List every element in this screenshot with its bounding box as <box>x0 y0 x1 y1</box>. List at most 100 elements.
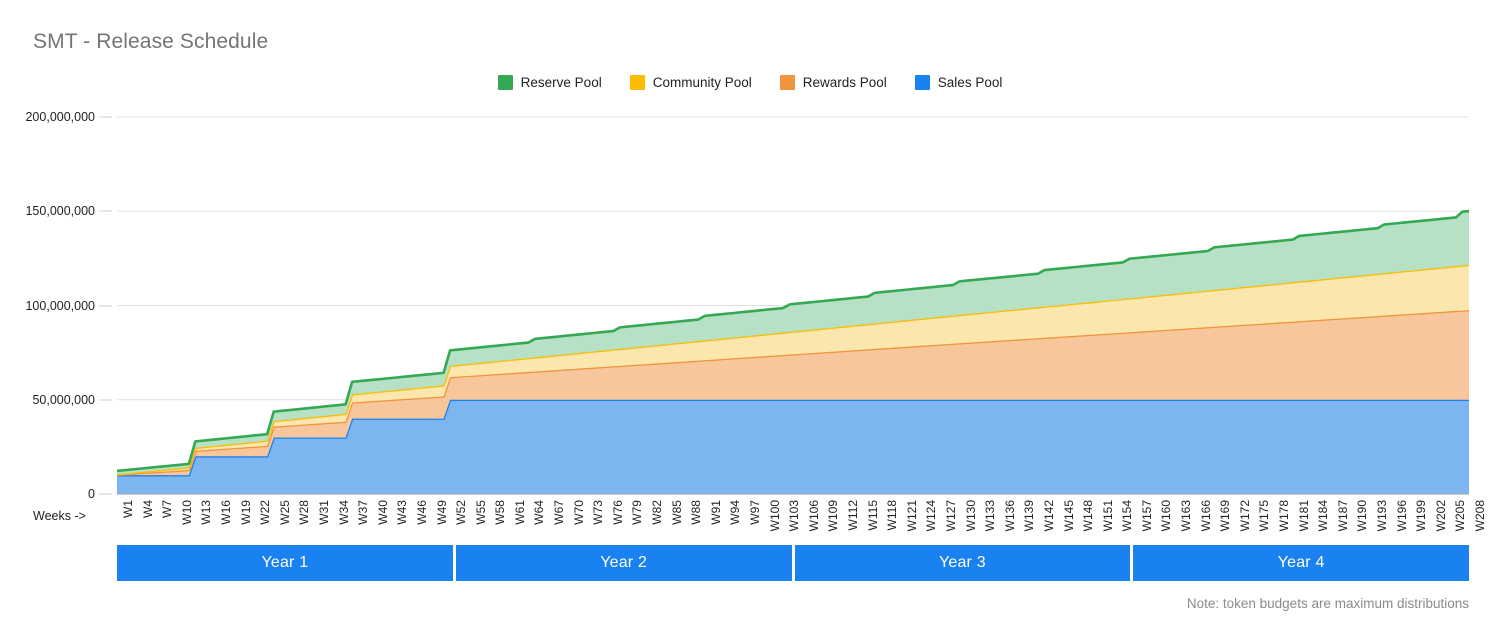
chart-note: Note: token budgets are maximum distribu… <box>1186 596 1469 611</box>
x-axis-tick-label: W121 <box>904 500 919 532</box>
x-axis-tick-label: W13 <box>199 500 214 525</box>
x-axis-tick-label: W34 <box>336 500 351 525</box>
y-axis-tick-label: 100,000,000 <box>25 298 95 313</box>
legend-item-label: Reserve Pool <box>520 75 602 90</box>
x-axis-tick-label: W199 <box>1414 500 1429 532</box>
plot-area <box>117 116 1469 495</box>
legend-item-label: Rewards Pool <box>802 75 887 90</box>
x-axis-tick-label: W166 <box>1198 500 1213 532</box>
stacked-area-chart <box>117 116 1469 495</box>
x-axis-tick-label: W94 <box>728 500 743 525</box>
x-axis-tick-label: W193 <box>1375 500 1390 532</box>
x-axis-tick-label: W85 <box>669 500 684 525</box>
legend-swatch-icon <box>629 75 645 90</box>
x-axis-tick-label: W7 <box>160 500 175 518</box>
x-axis-tick-label: W55 <box>473 500 488 525</box>
x-axis-tick-label: W37 <box>356 500 371 525</box>
x-axis-tick-label: W163 <box>1179 500 1194 532</box>
chart-legend: Reserve Pool Community Pool Rewards Pool Sa… <box>0 75 1500 90</box>
year-bar-2: Year 2 <box>455 545 792 581</box>
x-axis-tick-label: W157 <box>1139 500 1154 532</box>
x-axis-tick-label: W97 <box>748 500 762 525</box>
y-axis-tick-mark <box>99 210 112 212</box>
x-axis-tick-label: W196 <box>1394 500 1409 532</box>
x-axis-tick-label: W109 <box>826 500 841 532</box>
x-axis-tick-label: W25 <box>277 500 292 525</box>
x-axis-tick-label: W127 <box>943 500 958 532</box>
y-axis-tick-label: 200,000,000 <box>25 110 95 124</box>
x-axis-tick-label: W133 <box>983 500 998 532</box>
year-bar-label: Year 2 <box>600 554 648 571</box>
x-axis-tick-label: W136 <box>1002 500 1017 532</box>
year-bar-3: Year 3 <box>794 545 1131 581</box>
x-axis-tick-label: W91 <box>708 500 723 525</box>
year-bar-track: Year 1 Year 2 Year 3 Year 4 <box>117 545 1469 581</box>
x-axis-tick-label: W22 <box>258 500 273 525</box>
x-axis-tick-label: W88 <box>689 500 704 525</box>
year-bar-label: Year 4 <box>1277 554 1325 571</box>
x-axis-tick-label: W202 <box>1433 500 1448 532</box>
x-axis-tick-label: W49 <box>434 500 449 525</box>
x-axis-tick-label: W106 <box>806 500 821 532</box>
y-axis-tick-label: 0 <box>88 487 95 501</box>
x-axis-tick-label: W43 <box>395 500 410 525</box>
x-axis-tick-label: W124 <box>924 500 939 532</box>
chart-container: SMT - Release Schedule Reserve Pool Commu… <box>0 0 1500 623</box>
x-axis-tick-label: W169 <box>1218 500 1233 532</box>
legend-swatch-icon <box>497 75 513 90</box>
x-axis-tick-label: W73 <box>591 500 606 525</box>
legend-item-label: Community Pool <box>652 75 752 90</box>
x-axis-tick-label: W4 <box>140 500 155 518</box>
x-axis-tick-label: W145 <box>1061 500 1076 532</box>
x-axis-tick-label: W205 <box>1453 500 1468 532</box>
x-axis-tick-label: W76 <box>610 500 625 525</box>
legend-item-rewards-pool[interactable]: Rewards Pool <box>779 75 887 90</box>
x-axis-tick-label: W40 <box>375 500 390 525</box>
x-axis-tick-label: W46 <box>414 500 429 525</box>
y-axis: 0 50,000,000 100,000,000 150,000,000 200,000… <box>0 0 117 623</box>
y-axis-tick-mark <box>99 399 112 401</box>
x-axis-tick-label: W67 <box>552 500 567 525</box>
x-axis-tick-label: W112 <box>845 500 860 531</box>
x-axis-tick-label: W52 <box>454 500 469 525</box>
legend-item-reserve-pool[interactable]: Reserve Pool <box>497 75 602 90</box>
x-axis-tick-label: W130 <box>963 500 978 532</box>
x-axis-tick-label: W28 <box>297 500 312 525</box>
year-bar-1: Year 1 <box>117 545 453 581</box>
x-axis-tick-label: W100 <box>767 500 782 532</box>
x-axis-tick-label: W16 <box>218 500 233 525</box>
x-axis-tick-label: W61 <box>512 500 527 525</box>
legend-item-sales-pool[interactable]: Sales Pool <box>914 75 1002 90</box>
x-axis-tick-label: W58 <box>493 500 508 525</box>
x-axis-tick-label: W19 <box>238 500 253 525</box>
legend-item-community-pool[interactable]: Community Pool <box>629 75 752 90</box>
x-axis-tick-label: W142 <box>1041 500 1056 532</box>
x-axis-tick-label: W181 <box>1296 500 1311 532</box>
x-axis-tick-label: W31 <box>316 500 331 525</box>
x-axis-tick-label: W187 <box>1335 500 1350 532</box>
x-axis-tick-label: W64 <box>532 500 547 525</box>
x-axis-tick-label: W208 <box>1473 500 1487 532</box>
x-axis-tick-label: W103 <box>787 500 802 532</box>
legend-swatch-icon <box>779 75 795 90</box>
y-axis-tick-label: 150,000,000 <box>25 204 95 219</box>
x-axis-tick-label: W118 <box>885 500 900 531</box>
x-axis-tick-label: W184 <box>1316 500 1331 532</box>
x-axis-tick-label: W178 <box>1277 500 1292 532</box>
x-axis-tick-label: W190 <box>1355 500 1370 532</box>
year-bar-4: Year 4 <box>1133 545 1469 581</box>
legend-swatch-icon <box>914 75 930 90</box>
x-axis: W1 W4 W7 W10 W13 W16 W19 W22 W25 W28 W31 W34 W37 W40 W… <box>117 500 1487 542</box>
x-axis-label: Weeks -> <box>33 509 86 523</box>
x-axis-tick-label: W1 <box>121 500 135 518</box>
x-axis-tick-label: W151 <box>1100 500 1115 532</box>
y-axis-tick-mark <box>99 116 112 118</box>
x-axis-tick-label: W154 <box>1120 500 1135 532</box>
x-axis-tick-label: W148 <box>1081 500 1096 532</box>
x-axis-tick-label: W172 <box>1237 500 1252 532</box>
page-title: SMT - Release Schedule <box>33 30 269 53</box>
year-bar-label: Year 1 <box>261 554 309 571</box>
x-axis-tick-label: W139 <box>1022 500 1037 532</box>
x-axis-tick-label: W175 <box>1257 500 1272 532</box>
x-axis-tick-label: W160 <box>1159 500 1174 532</box>
